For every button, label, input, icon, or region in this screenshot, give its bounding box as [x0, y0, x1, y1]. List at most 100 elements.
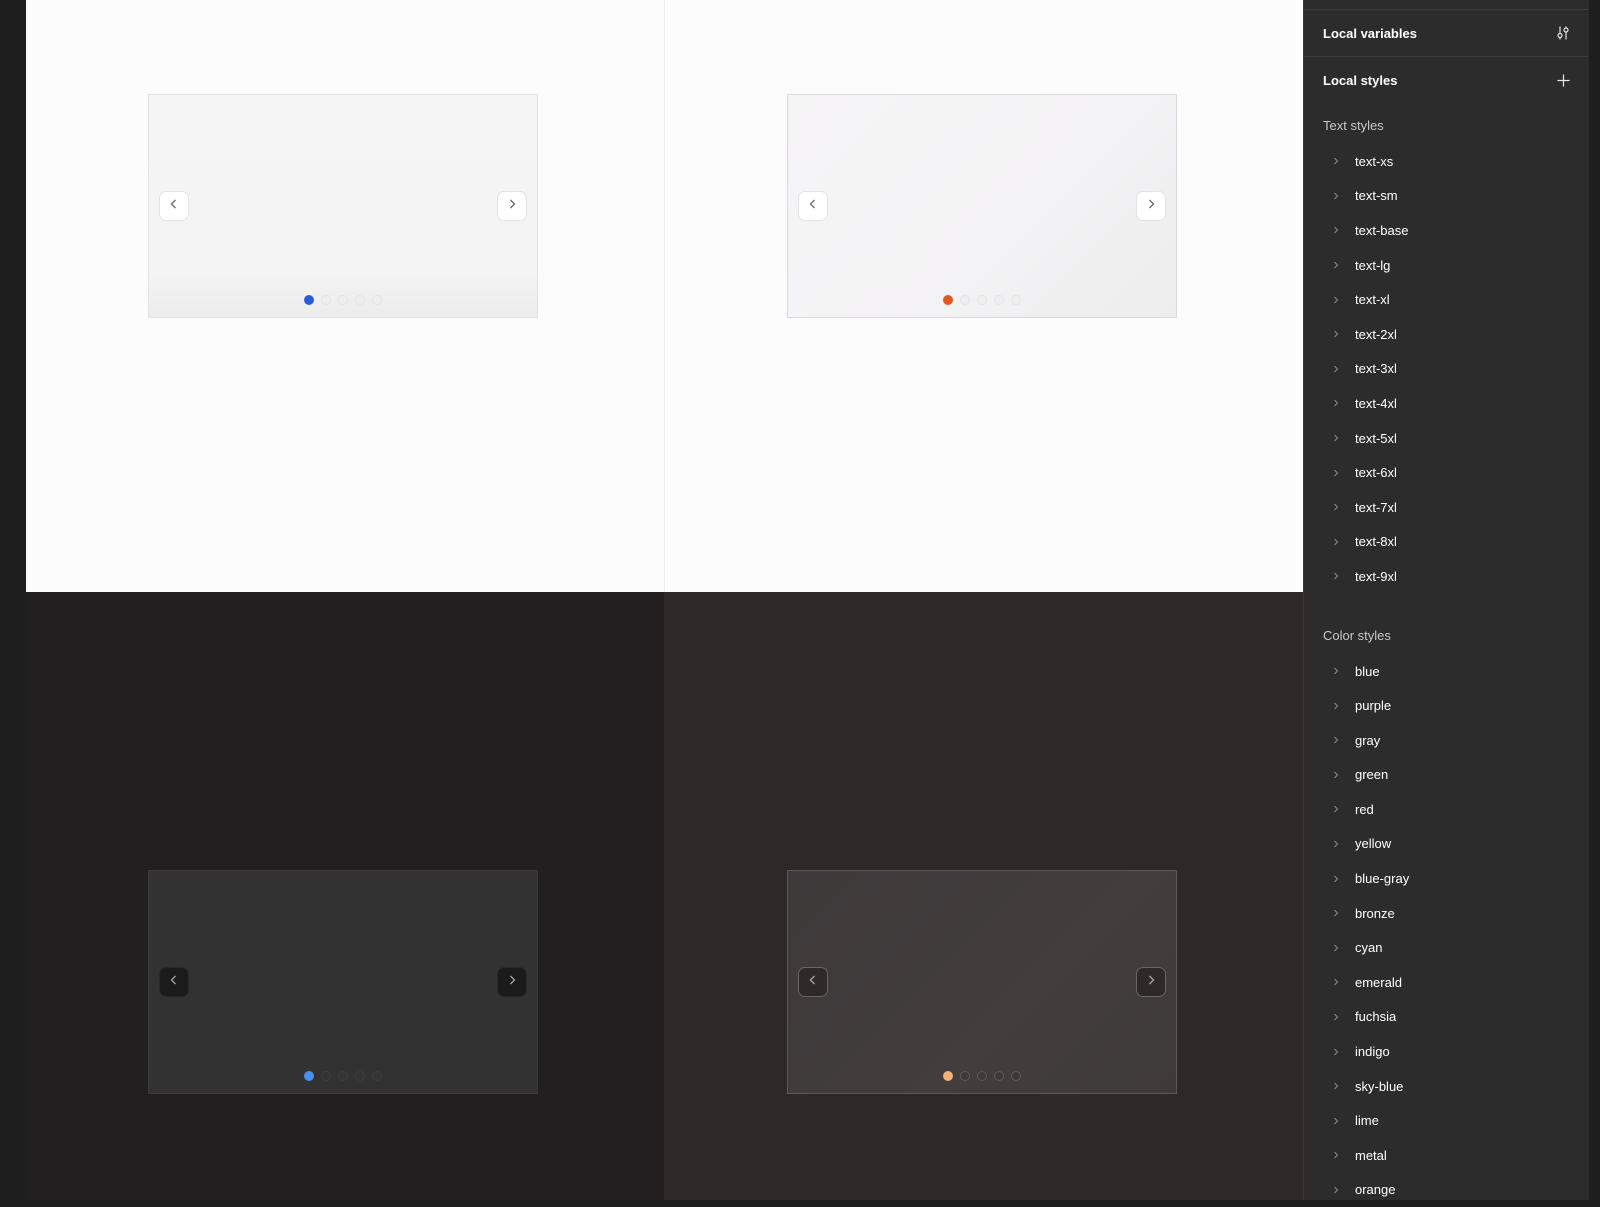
pagination-dot[interactable]: [372, 295, 382, 305]
style-item-fuchsia[interactable]: fuchsia: [1304, 1000, 1589, 1035]
adjust-sliders-icon[interactable]: [1553, 23, 1573, 43]
chevron-right-icon[interactable]: [1332, 365, 1340, 373]
style-item-blue[interactable]: blue: [1304, 654, 1589, 689]
pagination-dot[interactable]: [321, 295, 331, 305]
style-item-metal[interactable]: metal: [1304, 1138, 1589, 1173]
style-item-text-3xl[interactable]: text-3xl: [1304, 352, 1589, 387]
chevron-right-icon[interactable]: [1332, 226, 1340, 234]
frame-dark-orange[interactable]: [665, 592, 1303, 1200]
carousel-next-button[interactable]: [497, 191, 527, 221]
chevron-right-icon[interactable]: [1332, 702, 1340, 710]
pagination-dot[interactable]: [994, 295, 1004, 305]
style-item-orange[interactable]: orange: [1304, 1173, 1589, 1207]
pagination-dot[interactable]: [1011, 1071, 1021, 1081]
pagination-dot[interactable]: [977, 1071, 987, 1081]
style-item-text-sm[interactable]: text-sm: [1304, 179, 1589, 214]
chevron-right-icon[interactable]: [1332, 840, 1340, 848]
pagination-dot[interactable]: [338, 295, 348, 305]
chevron-right-icon[interactable]: [1332, 771, 1340, 779]
chevron-right-icon[interactable]: [1332, 909, 1340, 917]
chevron-right-icon[interactable]: [1332, 434, 1340, 442]
chevron-right-icon[interactable]: [1332, 330, 1340, 338]
pagination-dot[interactable]: [977, 295, 987, 305]
carousel-next-button[interactable]: [497, 967, 527, 997]
chevron-right-icon[interactable]: [1332, 192, 1340, 200]
pagination-dot[interactable]: [960, 295, 970, 305]
chevron-right-icon[interactable]: [1332, 157, 1340, 165]
color-styles-list: blue purple gray green red yellow blue-gray bro…: [1304, 654, 1589, 1207]
carousel-prev-button[interactable]: [159, 967, 189, 997]
style-item-text-lg[interactable]: text-lg: [1304, 248, 1589, 283]
style-item-purple[interactable]: purple: [1304, 688, 1589, 723]
style-item-yellow[interactable]: yellow: [1304, 827, 1589, 862]
carousel[interactable]: [148, 94, 538, 318]
style-item-text-9xl[interactable]: text-9xl: [1304, 559, 1589, 594]
carousel-prev-button[interactable]: [798, 191, 828, 221]
style-item-green[interactable]: green: [1304, 758, 1589, 793]
style-item-text-base[interactable]: text-base: [1304, 213, 1589, 248]
style-item-cyan[interactable]: cyan: [1304, 930, 1589, 965]
chevron-right-icon[interactable]: [1332, 296, 1340, 304]
chevron-right-icon[interactable]: [1332, 736, 1340, 744]
carousel-next-button[interactable]: [1136, 967, 1166, 997]
chevron-right-icon[interactable]: [1332, 978, 1340, 986]
style-item-text-4xl[interactable]: text-4xl: [1304, 386, 1589, 421]
frame-light-orange[interactable]: [665, 0, 1303, 592]
chevron-right-icon[interactable]: [1332, 503, 1340, 511]
carousel[interactable]: [787, 870, 1177, 1094]
style-item-text-2xl[interactable]: text-2xl: [1304, 317, 1589, 352]
style-item-text-7xl[interactable]: text-7xl: [1304, 490, 1589, 525]
chevron-right-icon[interactable]: [1332, 944, 1340, 952]
chevron-right-icon[interactable]: [1332, 1048, 1340, 1056]
style-item-label: yellow: [1355, 836, 1392, 852]
chevron-right-icon[interactable]: [1332, 1082, 1340, 1090]
style-item-text-xs[interactable]: text-xs: [1304, 144, 1589, 179]
style-item-text-8xl[interactable]: text-8xl: [1304, 525, 1589, 560]
pagination-dot[interactable]: [994, 1071, 1004, 1081]
style-item-blue-gray[interactable]: blue-gray: [1304, 861, 1589, 896]
style-item-label: text-3xl: [1355, 361, 1397, 377]
chevron-right-icon[interactable]: [1332, 805, 1340, 813]
local-variables-row[interactable]: Local variables: [1304, 10, 1589, 57]
plus-icon[interactable]: [1553, 71, 1573, 91]
chevron-right-icon[interactable]: [1332, 1186, 1340, 1194]
pagination-dot[interactable]: [1011, 295, 1021, 305]
style-item-indigo[interactable]: indigo: [1304, 1034, 1589, 1069]
chevron-right-icon[interactable]: [1332, 469, 1340, 477]
pagination-dot-active[interactable]: [943, 295, 953, 305]
pagination-dot[interactable]: [355, 1071, 365, 1081]
style-item-text-5xl[interactable]: text-5xl: [1304, 421, 1589, 456]
pagination-dot-active[interactable]: [304, 295, 314, 305]
carousel-next-button[interactable]: [1136, 191, 1166, 221]
pagination-dot-active[interactable]: [943, 1071, 953, 1081]
chevron-right-icon[interactable]: [1332, 538, 1340, 546]
style-item-gray[interactable]: gray: [1304, 723, 1589, 758]
frame-dark-blue[interactable]: [26, 592, 665, 1200]
style-item-sky-blue[interactable]: sky-blue: [1304, 1069, 1589, 1104]
pagination-dot-active[interactable]: [304, 1071, 314, 1081]
style-item-emerald[interactable]: emerald: [1304, 965, 1589, 1000]
chevron-right-icon[interactable]: [1332, 1013, 1340, 1021]
chevron-right-icon[interactable]: [1332, 667, 1340, 675]
style-item-bronze[interactable]: bronze: [1304, 896, 1589, 931]
pagination-dot[interactable]: [355, 295, 365, 305]
pagination-dot[interactable]: [960, 1071, 970, 1081]
style-item-text-6xl[interactable]: text-6xl: [1304, 455, 1589, 490]
carousel[interactable]: [787, 94, 1177, 318]
chevron-right-icon[interactable]: [1332, 399, 1340, 407]
carousel[interactable]: [148, 870, 538, 1094]
chevron-right-icon[interactable]: [1332, 1151, 1340, 1159]
chevron-right-icon[interactable]: [1332, 572, 1340, 580]
pagination-dot[interactable]: [338, 1071, 348, 1081]
carousel-prev-button[interactable]: [159, 191, 189, 221]
style-item-lime[interactable]: lime: [1304, 1103, 1589, 1138]
chevron-right-icon[interactable]: [1332, 261, 1340, 269]
style-item-text-xl[interactable]: text-xl: [1304, 282, 1589, 317]
chevron-right-icon[interactable]: [1332, 1117, 1340, 1125]
chevron-right-icon[interactable]: [1332, 875, 1340, 883]
style-item-red[interactable]: red: [1304, 792, 1589, 827]
pagination-dot[interactable]: [321, 1071, 331, 1081]
pagination-dot[interactable]: [372, 1071, 382, 1081]
carousel-prev-button[interactable]: [798, 967, 828, 997]
frame-light-blue[interactable]: [26, 0, 665, 592]
